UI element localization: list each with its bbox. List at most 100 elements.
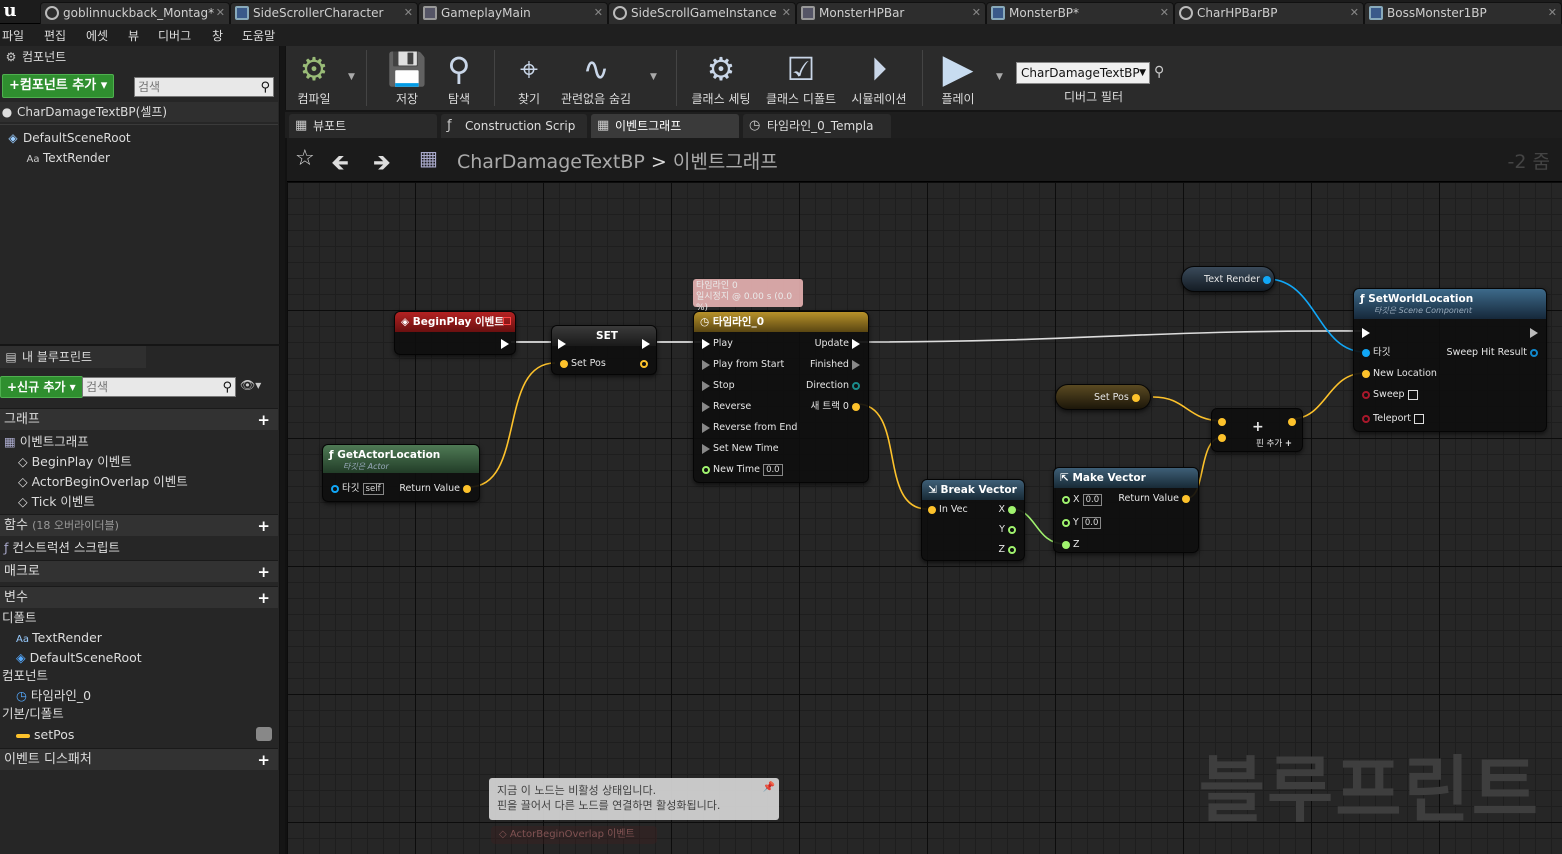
menu-edit[interactable]: 편집 [44, 27, 66, 44]
add-function-plus-icon[interactable]: + [257, 515, 270, 537]
menu-help[interactable]: 도움말 [242, 27, 275, 44]
play-dropdown-icon[interactable]: ▼ [996, 72, 1003, 82]
tab-viewport[interactable]: ▦ 뷰포트 [289, 114, 437, 138]
node-break-vector[interactable]: ⇲ Break Vector In Vec X Y Z [921, 479, 1025, 561]
pin-exec-out[interactable] [1530, 327, 1538, 339]
tab-monster-hpbar[interactable]: MonsterHPBar ✕ [796, 2, 986, 24]
add-variable-plus-icon[interactable]: + [257, 587, 270, 609]
pin-a[interactable] [1218, 416, 1226, 428]
pin-z[interactable]: Z [1062, 539, 1080, 551]
category-event-dispatchers[interactable]: 이벤트 디스패처 + [0, 748, 278, 770]
pin-icon[interactable]: 📌 [763, 780, 775, 795]
pin-set-new-time[interactable]: Set New Time [702, 443, 779, 455]
tab-monster-bp[interactable]: MonsterBP* ✕ [986, 2, 1174, 24]
unreal-logo-icon[interactable]: u [0, 0, 20, 24]
visibility-toggle-icon[interactable] [256, 727, 272, 741]
subcategory-defaults[interactable]: 디폴트 [2, 608, 37, 628]
pin-new-track-0[interactable]: 새 트랙 0 [811, 401, 860, 413]
category-graphs[interactable]: 그래프 + [0, 408, 278, 430]
node-set-pos[interactable]: SET Set Pos [551, 325, 657, 375]
pin-in-vec[interactable]: In Vec [928, 504, 968, 516]
delegate-pin-icon[interactable] [503, 317, 511, 325]
pin-x[interactable]: X 0.0 [1062, 494, 1103, 506]
var-default-scene-root[interactable]: ◈ DefaultSceneRoot [16, 648, 142, 668]
category-variables[interactable]: 변수 + [0, 586, 278, 608]
pin-exec-in[interactable] [1362, 327, 1370, 339]
close-icon[interactable]: ✕ [404, 3, 413, 23]
my-blueprint-tab[interactable]: ▤ 내 블루프린트 [0, 346, 146, 368]
pin-exec-in[interactable] [558, 338, 566, 350]
compile-dropdown-icon[interactable]: ▼ [348, 72, 355, 82]
find-button[interactable]: ⌖ 찾기 [506, 46, 552, 110]
menu-window[interactable]: 창 [212, 27, 223, 44]
hide-unrelated-dropdown-icon[interactable]: ▼ [650, 72, 657, 82]
pin-return-value[interactable]: Return Value [1118, 493, 1190, 505]
var-timeline-0[interactable]: ◷ 타임라인_0 [16, 686, 91, 706]
category-macros[interactable]: 매크로 + [0, 560, 278, 582]
pin-y[interactable]: Y 0.0 [1062, 517, 1102, 529]
event-graph-canvas[interactable]: ☆ 🡸 🡺 ▦ CharDamageTextBP > 이벤트그래프 -2 줌 블… [285, 138, 1562, 854]
class-settings-button[interactable]: ⚙ 클래스 세팅 [686, 46, 756, 110]
close-icon[interactable]: ✕ [216, 3, 225, 23]
pin-x[interactable]: X [998, 504, 1016, 516]
category-functions[interactable]: 함수 (18 오버라이더블) + [0, 514, 278, 536]
event-tick[interactable]: ◇ Tick 이벤트 [18, 492, 95, 512]
menu-view[interactable]: 뷰 [128, 27, 139, 44]
debug-search-icon[interactable]: ⚲ [1154, 64, 1164, 80]
components-tab[interactable]: ⚙ 컴포넌트 [0, 46, 67, 68]
tab-gameplay-main[interactable]: GameplayMain ✕ [418, 2, 608, 24]
var-setpos[interactable]: setPos [16, 725, 74, 745]
pin-return-value[interactable]: Return Value [399, 483, 471, 495]
node-beginplay[interactable]: ◈ BeginPlay 이벤트 [394, 311, 516, 355]
pin-sweep-hit-result[interactable]: Sweep Hit Result [1447, 347, 1538, 359]
close-icon[interactable]: ✕ [782, 3, 791, 23]
close-icon[interactable]: ✕ [1548, 3, 1557, 23]
components-search-input[interactable]: 검색 ⚲ [134, 77, 274, 97]
mybp-search-input[interactable]: 검색 ⚲ [82, 377, 236, 397]
sweep-checkbox[interactable] [1407, 389, 1418, 400]
subcategory-components[interactable]: 컴포넌트 [2, 666, 48, 686]
pin-reverse[interactable]: Reverse [702, 401, 751, 413]
pin-return[interactable] [1288, 416, 1296, 428]
menu-asset[interactable]: 에셋 [86, 27, 108, 44]
pin-update[interactable]: Update [815, 338, 860, 350]
pin-direction[interactable]: Direction [806, 380, 860, 392]
tab-boss-monster1-bp[interactable]: BossMonster1BP ✕ [1364, 2, 1562, 24]
pin-target[interactable]: 타깃 [1362, 347, 1391, 359]
node-make-vector[interactable]: ⇱ Make Vector X 0.0 Y 0.0 Z Return Value [1053, 467, 1199, 553]
pin-text-render-out[interactable]: Text Render [1204, 274, 1272, 286]
node-actor-begin-overlap-disabled[interactable]: ◇ ActorBeginOverlap 이벤트 [491, 826, 657, 844]
class-defaults-button[interactable]: ☑ 클래스 디폴트 [764, 46, 838, 110]
close-icon[interactable]: ✕ [1350, 3, 1359, 23]
play-button[interactable]: ▶ 플레이 [932, 46, 984, 110]
add-dispatcher-plus-icon[interactable]: + [257, 749, 270, 771]
event-graph-item[interactable]: ▦ 이벤트그래프 [4, 432, 89, 452]
pin-b[interactable] [1218, 432, 1226, 444]
simulation-button[interactable]: ⏵ 시뮬레이션 [848, 46, 910, 110]
teleport-checkbox[interactable] [1414, 413, 1425, 424]
node-timeline-0[interactable]: ◷ 타임라인_0 Play Play from Start Stop Rever… [693, 311, 869, 483]
pin-play-from-start[interactable]: Play from Start [702, 359, 784, 371]
pin-stop[interactable]: Stop [702, 380, 735, 392]
pin-teleport[interactable]: Teleport [1362, 413, 1425, 425]
save-button[interactable]: 💾 저장 [384, 46, 430, 110]
add-new-button[interactable]: +신규 추가 ▾ [0, 376, 83, 398]
node-add-vector[interactable]: + 핀 추가 + [1211, 408, 1303, 452]
var-text-render[interactable]: Aa TextRender [16, 628, 102, 648]
subcategory-basic-defaults[interactable]: 기본/디폴트 [2, 704, 64, 724]
component-text-render[interactable]: Aa TextRender [26, 148, 110, 168]
pin-finished[interactable]: Finished [810, 359, 860, 371]
menu-debug[interactable]: 디버그 [158, 27, 191, 44]
node-get-set-pos[interactable]: Set Pos [1055, 384, 1151, 410]
add-macro-plus-icon[interactable]: + [257, 561, 270, 583]
tab-char-hpbar-bp[interactable]: CharHPBarBP ✕ [1174, 2, 1364, 24]
close-icon[interactable]: ✕ [1160, 3, 1169, 23]
hide-unrelated-button[interactable]: ∿ 관련없음 숨김 [558, 46, 634, 110]
pin-set-pos-out[interactable] [640, 358, 648, 370]
tab-sidescroller-character[interactable]: SideScrollerCharacter ✕ [230, 2, 418, 24]
tab-timeline-template[interactable]: ◷ 타임라인_0_Templa [743, 114, 891, 138]
pin-y[interactable]: Y [999, 524, 1016, 536]
compile-button[interactable]: ⚙ 컴파일 [290, 46, 338, 110]
event-actor-begin-overlap[interactable]: ◇ ActorBeginOverlap 이벤트 [18, 472, 188, 492]
pin-set-pos-out[interactable]: Set Pos [1094, 392, 1140, 404]
